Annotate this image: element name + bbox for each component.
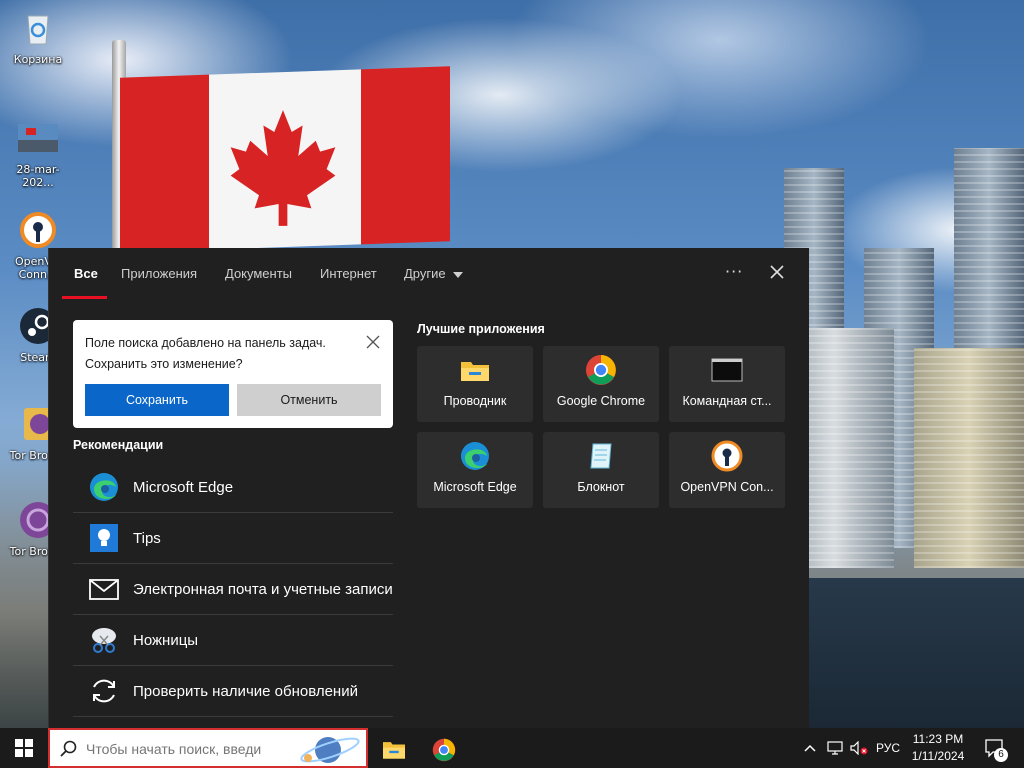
snipping-tool-icon — [92, 628, 116, 653]
top-app-notepad[interactable]: Блокнот — [543, 432, 659, 508]
recommendation-mail[interactable]: Электронная почта и учетные записи — [73, 564, 393, 615]
openvpn-icon — [20, 212, 56, 248]
file-explorer-icon — [461, 362, 489, 381]
top-app-file-explorer[interactable]: Проводник — [417, 346, 533, 422]
notice-close-icon[interactable] — [365, 334, 381, 350]
desktop-icon-recycle-bin[interactable]: Корзина — [2, 8, 74, 66]
top-apps-title: Лучшие приложения — [417, 322, 545, 336]
notepad-icon — [590, 443, 612, 469]
more-options-button[interactable]: ··· — [725, 262, 747, 282]
volume-muted-icon — [850, 741, 868, 755]
top-app-command-prompt[interactable]: Командная ст... — [669, 346, 785, 422]
windows-logo-icon — [15, 739, 33, 757]
tab-more-label: Другие — [404, 266, 446, 281]
caret-down-icon — [453, 271, 464, 278]
notification-count-badge: 6 — [994, 748, 1008, 762]
chrome-icon — [586, 355, 616, 385]
top-app-openvpn[interactable]: OpenVPN Con... — [669, 432, 785, 508]
recycle-bin-icon — [27, 15, 49, 45]
cancel-button[interactable]: Отменить — [237, 384, 381, 416]
network-status[interactable] — [824, 728, 846, 768]
taskbar-search-box[interactable] — [48, 728, 368, 768]
recommendations-list: Microsoft Edge Tips Электронная почта и … — [73, 462, 393, 717]
search-panel: Все Приложения Документы Интернет Другие… — [48, 248, 809, 728]
save-button[interactable]: Сохранить — [85, 384, 229, 416]
mail-icon — [89, 579, 119, 600]
taskbar-search-notice: Поле поиска добавлено на панель задач. С… — [73, 320, 393, 428]
top-app-microsoft-edge[interactable]: Microsoft Edge — [417, 432, 533, 508]
photo-icon — [18, 124, 58, 152]
file-explorer-icon — [383, 742, 405, 759]
recommendations-title: Рекомендации — [73, 438, 164, 452]
edge-icon — [90, 473, 118, 501]
maple-leaf-icon — [230, 110, 336, 226]
volume-control[interactable] — [848, 728, 870, 768]
edge-icon — [461, 442, 489, 470]
recommendation-snipping-tool[interactable]: Ножницы — [73, 615, 393, 666]
active-tab-indicator — [62, 296, 107, 299]
clock-time: 11:23 PM — [912, 732, 964, 746]
start-button[interactable] — [0, 728, 48, 768]
tab-all[interactable]: Все — [74, 266, 98, 281]
tab-internet[interactable]: Интернет — [320, 266, 377, 281]
desktop-icon-photo[interactable]: 28-mar-202... — [2, 118, 74, 189]
search-highlight-planet-icon — [300, 737, 360, 763]
notice-message: Поле поиска добавлено на панель задач. С… — [85, 336, 326, 371]
tab-more[interactable]: Другие — [404, 266, 464, 281]
network-icon — [827, 741, 843, 755]
update-icon — [93, 679, 115, 703]
taskbar: РУС 11:23 PM 1/11/2024 6 — [0, 728, 1024, 768]
top-app-google-chrome[interactable]: Google Chrome — [543, 346, 659, 422]
chevron-up-icon — [804, 744, 816, 752]
recommendation-check-updates[interactable]: Проверить наличие обновлений — [73, 666, 393, 717]
search-icon — [60, 740, 77, 757]
show-hidden-icons-button[interactable] — [800, 728, 820, 768]
tips-icon — [90, 524, 118, 552]
chrome-icon — [432, 738, 456, 762]
taskbar-google-chrome[interactable] — [422, 732, 466, 768]
notification-center-button[interactable]: 6 — [980, 728, 1010, 768]
tab-documents[interactable]: Документы — [225, 266, 292, 281]
search-input[interactable] — [86, 736, 286, 762]
close-icon[interactable] — [767, 262, 787, 282]
clock-date: 1/11/2024 — [911, 749, 965, 763]
taskbar-clock[interactable]: 11:23 PM 1/11/2024 — [898, 731, 978, 765]
openvpn-icon — [711, 440, 743, 472]
recommendation-edge[interactable]: Microsoft Edge — [73, 462, 393, 513]
command-prompt-icon — [711, 358, 743, 382]
tab-apps[interactable]: Приложения — [121, 266, 197, 281]
taskbar-file-explorer[interactable] — [372, 732, 416, 768]
recommendation-tips[interactable]: Tips — [73, 513, 393, 564]
search-tabs: Все Приложения Документы Интернет Другие… — [49, 248, 809, 300]
harbor-water — [804, 578, 1024, 728]
